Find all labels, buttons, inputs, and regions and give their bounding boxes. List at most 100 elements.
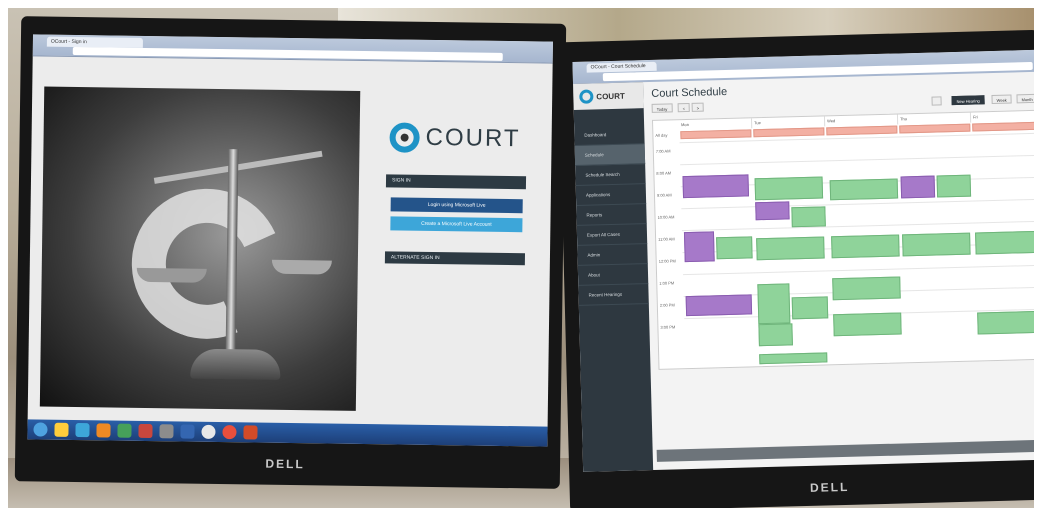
right-screen: OCourt - Court Schedule COURT Dashboard …	[572, 49, 1034, 472]
calendar-event[interactable]	[755, 201, 790, 221]
grid-line	[683, 264, 1034, 276]
sidebar: COURT Dashboard Schedule Schedule Search…	[573, 82, 654, 472]
scale-post	[225, 149, 239, 370]
calendar-event[interactable]	[900, 175, 936, 199]
alternate-signin-toggle[interactable]: ALTERNATE SIGN IN	[384, 251, 526, 266]
calendar-event[interactable]	[975, 230, 1034, 255]
sidebar-item-export[interactable]: Export All Cases	[576, 224, 648, 246]
calendar-event[interactable]	[972, 121, 1034, 132]
sidebar-search[interactable]	[574, 108, 644, 126]
grid-line	[681, 220, 1034, 232]
justice-scale-image	[39, 86, 361, 411]
address-bar[interactable]	[72, 46, 503, 61]
new-hearing-button[interactable]: New Hearing	[951, 95, 985, 106]
logo-o-icon	[389, 122, 420, 153]
calendar-event[interactable]	[757, 283, 791, 325]
create-account-button[interactable]: Create a Microsoft Live Account	[390, 216, 523, 233]
calendar-event[interactable]	[754, 176, 824, 201]
time-label: 10:00 AM	[657, 214, 675, 220]
ie-icon[interactable]	[75, 423, 90, 438]
media-icon[interactable]	[96, 423, 111, 438]
month-view-button[interactable]: Month	[1016, 93, 1034, 104]
sidebar-logo-text: COURT	[596, 91, 625, 101]
left-screen: OCourt - Sign in COURT SIGN IN Login usi…	[27, 34, 553, 447]
grid-line	[680, 154, 1034, 166]
sidebar-item-applications[interactable]: Applications	[575, 184, 647, 206]
calendar-event[interactable]	[685, 294, 753, 317]
left-monitor: OCourt - Sign in COURT SIGN IN Login usi…	[14, 16, 567, 489]
time-label: 2:00 PM	[659, 302, 675, 308]
time-label: 11:00 AM	[658, 236, 675, 242]
calendar-event[interactable]	[753, 127, 825, 138]
login-microsoft-button[interactable]: Login using Microsoft Live	[390, 197, 523, 214]
next-button[interactable]: >	[691, 102, 705, 112]
browser-tab-right[interactable]: OCourt - Court Schedule	[586, 61, 657, 73]
main-content: Court Schedule Today < > New Hearing Wee…	[647, 74, 1034, 470]
calendar-event[interactable]	[902, 232, 971, 257]
signin-header: SIGN IN	[385, 174, 527, 190]
app-icon[interactable]	[138, 423, 153, 439]
calendar-event[interactable]	[833, 312, 902, 337]
week-view-button[interactable]: Week	[991, 94, 1012, 105]
calendar-event[interactable]	[977, 310, 1034, 335]
time-label: 1:00 PM	[659, 280, 675, 286]
sidebar-logo: COURT	[573, 82, 644, 110]
day-header: Thu	[897, 112, 972, 125]
calendar-event[interactable]	[683, 231, 715, 263]
prev-button[interactable]: <	[677, 102, 691, 113]
sidebar-item-schedule[interactable]: Schedule	[574, 144, 646, 166]
ocourt-logo: COURT	[389, 117, 540, 159]
powerpoint-icon[interactable]	[243, 425, 258, 440]
sidebar-item-reports[interactable]: Reports	[576, 204, 647, 226]
calendar-event[interactable]	[791, 206, 826, 228]
sidebar-item-admin[interactable]: Admin	[577, 244, 648, 266]
word-icon[interactable]	[180, 424, 195, 439]
calendar-event[interactable]	[716, 236, 753, 260]
calendar-event[interactable]	[759, 352, 828, 365]
logo-text: COURT	[425, 123, 521, 153]
sidebar-item-about[interactable]: About	[577, 264, 649, 286]
calendar-event[interactable]	[829, 178, 899, 201]
calendar-event[interactable]	[791, 296, 829, 320]
calendar-event[interactable]	[832, 276, 901, 301]
browser-chrome: OCourt - Sign in	[32, 34, 553, 64]
calendar-event[interactable]	[831, 234, 900, 259]
time-label: 12:00 PM	[658, 258, 676, 264]
today-button[interactable]: Today	[651, 103, 673, 113]
time-label: All day	[655, 132, 668, 138]
excel-icon[interactable]	[117, 423, 132, 438]
dell-logo-left: DELL	[265, 456, 305, 472]
dell-logo-right: DELL	[809, 479, 850, 495]
calendar-event[interactable]	[936, 174, 972, 198]
start-icon[interactable]	[33, 422, 48, 437]
sidebar-item-recent[interactable]: Recent Hearings	[578, 284, 649, 306]
calendar-event[interactable]	[682, 174, 750, 199]
time-label: 8:00 AM	[656, 170, 672, 176]
time-label: 9:00 AM	[656, 192, 672, 198]
sidebar-item-schedule-search[interactable]: Schedule Search	[575, 164, 646, 186]
time-label: 7:00 AM	[655, 148, 671, 154]
calendar-event[interactable]	[680, 129, 752, 140]
sidebar-item-dashboard[interactable]: Dashboard	[574, 124, 645, 146]
app3-icon[interactable]	[201, 424, 216, 439]
explorer-icon[interactable]	[54, 422, 69, 437]
scale-pan-left	[136, 267, 207, 283]
scale-base	[190, 348, 281, 380]
logo-o-icon-small	[579, 89, 594, 104]
calendar-event[interactable]	[756, 236, 825, 261]
browser-tab[interactable]: OCourt - Sign in	[46, 36, 143, 48]
calendar-event[interactable]	[826, 125, 898, 136]
grid-line	[681, 198, 1034, 210]
calendar-event[interactable]	[758, 323, 793, 347]
app2-icon[interactable]	[159, 424, 174, 439]
scale-pan-right	[271, 259, 332, 275]
right-monitor: OCourt - Court Schedule COURT Dashboard …	[557, 29, 1034, 508]
day-header: Mon	[679, 118, 753, 131]
filter-button[interactable]	[931, 96, 942, 106]
day-header: Fri	[970, 110, 1034, 123]
chrome-icon[interactable]	[222, 425, 237, 440]
calendar-grid: Mon Tue Wed Thu Fri All day 7:00 AM 8:00…	[651, 109, 1034, 370]
calendar-event[interactable]	[899, 123, 971, 134]
day-header: Tue	[751, 116, 826, 129]
day-header: Wed	[824, 114, 899, 127]
